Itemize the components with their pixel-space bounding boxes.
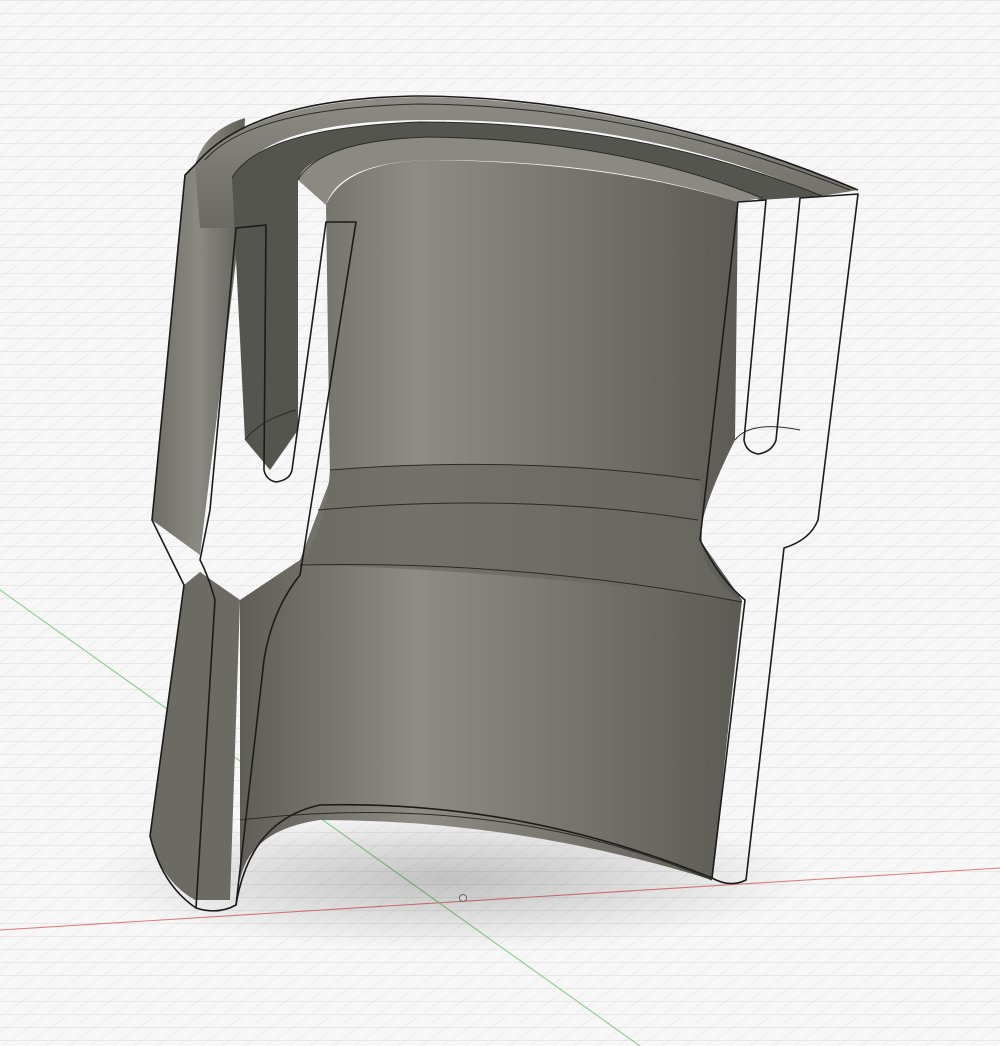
canvas-viewport[interactable] [0,0,1000,1046]
